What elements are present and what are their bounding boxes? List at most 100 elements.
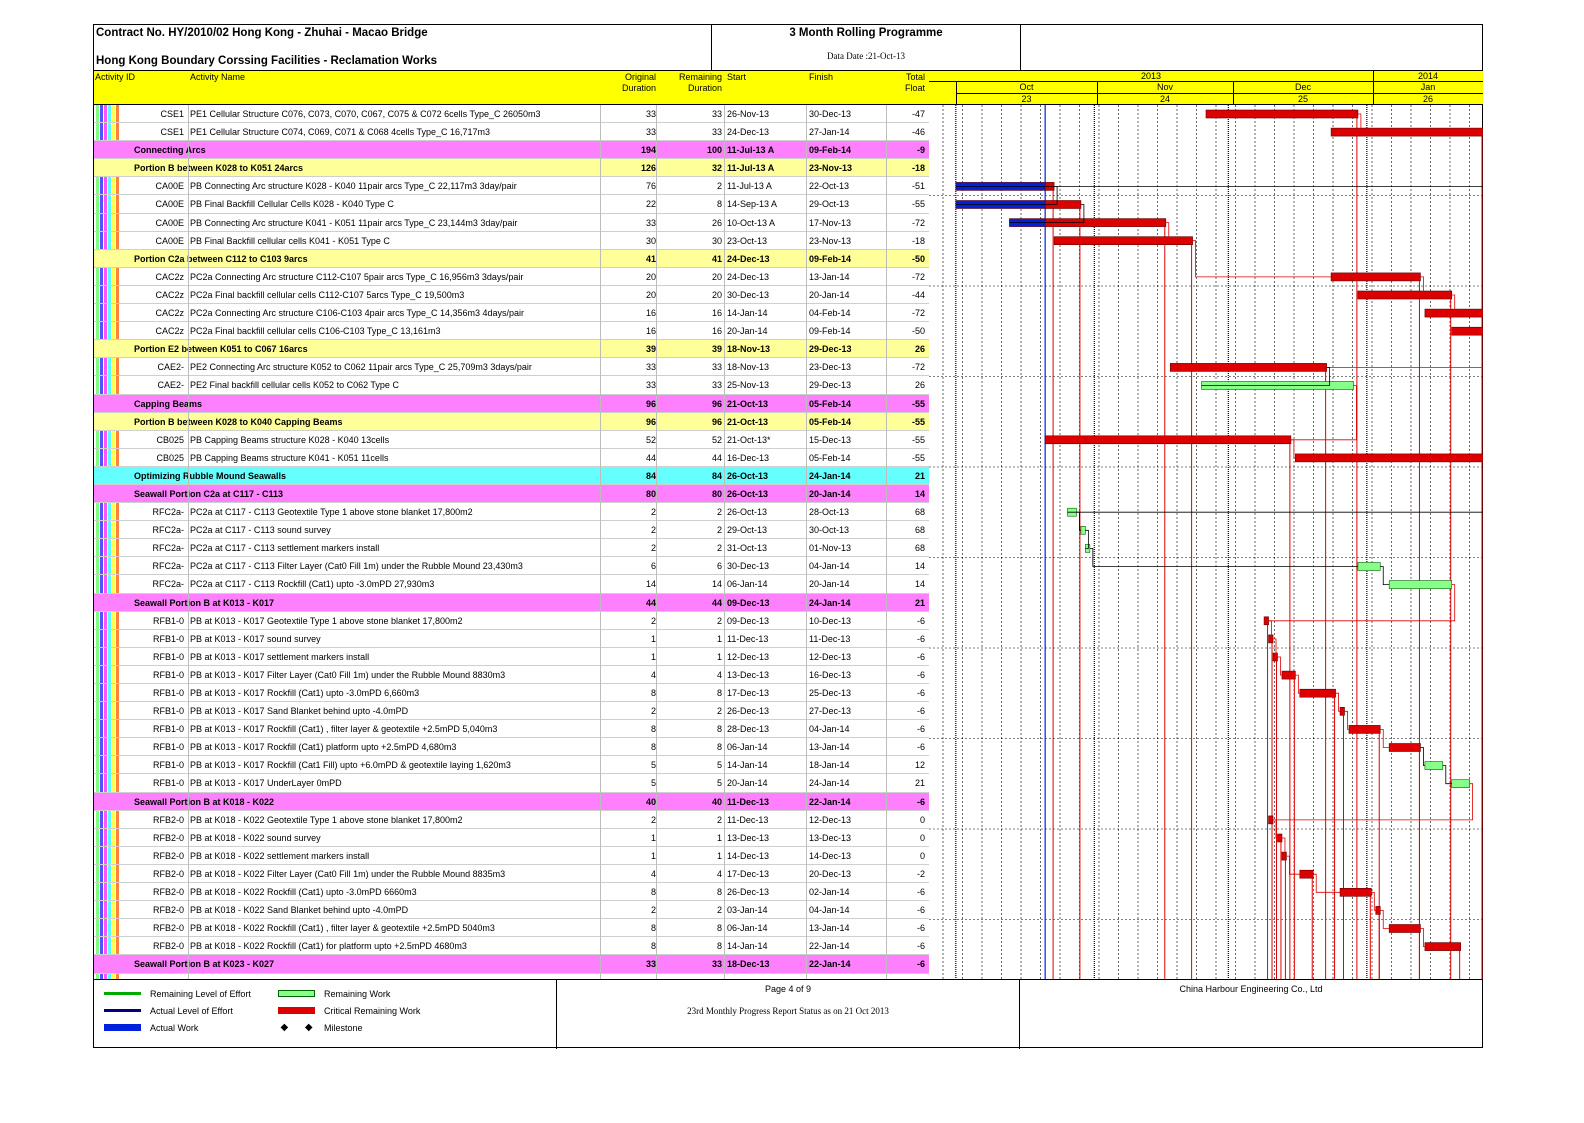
table-row[interactable]: RFB1-0 PB at K013 - K017 Rockfill (Cat1) … — [94, 720, 929, 739]
group-row[interactable]: Seawall Portion C2a at C117 - C113 80 80 26… — [94, 484, 929, 504]
total-float: -55 — [911, 416, 925, 427]
table-row[interactable]: CB025 PB Capping Beams structure K028 - K… — [94, 431, 929, 449]
table-row[interactable]: RFB1-0 PB at K013 - K017 Filter Layer (Ca… — [94, 666, 929, 684]
remaining-duration: 8 — [716, 199, 722, 210]
remaining-duration: 20 — [711, 271, 722, 282]
group-row[interactable]: Portion E2 between K051 to C067 16arcs 39… — [94, 340, 929, 359]
table-row[interactable]: RFB2-0 PB at K018 - K022 Rockfill (Cat1) … — [94, 937, 929, 956]
programme-title-box: 3 Month Rolling Programme Data Date :21-… — [711, 25, 1021, 71]
relationship-line — [1268, 783, 1473, 821]
finish-date: 13-Jan-14 — [809, 923, 850, 934]
original-duration: 41 — [645, 253, 656, 264]
total-float: 68 — [914, 525, 925, 536]
finish-date: 02-Jan-14 — [809, 887, 850, 898]
total-float: -6 — [916, 633, 925, 644]
table-row[interactable]: RFB2-0 PB at K018 - K022 Filter Layer (Ca… — [94, 865, 929, 884]
table-row[interactable]: CAC2z PC2a Final backfill cellular cells … — [94, 322, 929, 341]
start-date: 30-Dec-13 — [727, 289, 770, 300]
start-date: 20-Jan-14 — [727, 778, 768, 789]
col-finish[interactable]: Finish — [809, 72, 833, 83]
group-row[interactable]: Connecting Arcs 194 100 11-Jul-13 A 09-Feb-1… — [94, 141, 929, 160]
table-row[interactable]: RFB2-0 PB at K018 - K022 Rockfill (Cat1) … — [94, 883, 929, 902]
table-row[interactable]: RFB1-0 PB at K013 - K017 Geotextile Type … — [94, 612, 929, 630]
activity-name: PB at K013 - K017 sound survey — [190, 633, 321, 644]
table-row[interactable]: RFB2-0 PB at K018 - K022 Sand Blanket beh… — [94, 901, 929, 920]
week-26: 26 — [1422, 94, 1433, 104]
table-row[interactable]: RFB1-0 PB at K013 - K017 Rockfill (Cat1) … — [94, 738, 929, 757]
table-row[interactable]: RFB2-0 PB at K018 - K022 Rockfill (Cat1) … — [94, 919, 929, 938]
table-row[interactable]: CA00E PB Final Backfill Cellular Cells K0… — [94, 195, 929, 214]
table-row[interactable]: RFB1-0 PB at K013 - K017 sound survey 1 1 11… — [94, 630, 929, 648]
col-remaining-duration[interactable]: Remaining Duration — [664, 72, 722, 94]
start-date: 03-Jan-14 — [727, 905, 768, 916]
group-row[interactable]: Seawall Portion B at K013 - K017 44 44 09-D… — [94, 593, 929, 612]
table-row[interactable]: CA00E PB Final Backfill cellular cells K0… — [94, 232, 929, 250]
original-duration: 16 — [645, 308, 656, 319]
header: Contract No. HY/2010/02 Hong Kong - Zhuh… — [94, 25, 1482, 71]
col-start[interactable]: Start — [727, 72, 746, 83]
group-row[interactable]: Capping Beams 96 96 21-Oct-13 05-Feb-14 -55 — [94, 394, 929, 413]
original-duration: 1 — [650, 651, 656, 662]
group-row[interactable]: Seawall Portion B at K023 - K027 33 33 18-D… — [94, 955, 929, 974]
table-row[interactable]: RFB1-0 PB at K013 - K017 settlement marke… — [94, 648, 929, 666]
activity-id: RFB1-0 — [152, 669, 184, 680]
total-float: -9 — [916, 145, 925, 156]
relationship-line — [1290, 439, 1296, 459]
table-row[interactable]: RFC2a- PC2a at C117 - C113 Geotextile Typ… — [94, 503, 929, 522]
finish-date: 30-Oct-13 — [809, 525, 850, 536]
total-float: -72 — [911, 217, 925, 228]
total-float: 26 — [914, 380, 925, 391]
table-row[interactable]: CAE2- PE2 Connecting Arc structure K052 t… — [94, 358, 929, 377]
col-original-duration[interactable]: Original Duration — [610, 72, 656, 94]
total-float: -6 — [916, 706, 925, 717]
table-row[interactable]: RFC2a- PC2a at C117 - C113 Filter Layer (… — [94, 557, 929, 576]
table-row[interactable]: CA00E PB Connecting Arc structure K041 - … — [94, 214, 929, 232]
remaining-duration: 4 — [716, 868, 722, 879]
activity-name: PB at K018 - K022 Rockfill (Cat1) for pl… — [190, 941, 467, 952]
group-row[interactable]: Optimizing Rubble Mound Seawalls 84 84 26-O… — [94, 466, 929, 485]
col-activity-id[interactable]: Activity ID — [95, 72, 135, 83]
group-row[interactable]: Portion B between K028 to K051 24arcs 126… — [94, 159, 929, 178]
col-total-float[interactable]: Total Float — [894, 72, 925, 94]
table-row[interactable]: RFB1-0 PB at K013 - K017 Rockfill (Cat1) … — [94, 684, 929, 703]
finish-date: 27-Jan-14 — [809, 127, 850, 138]
table-row[interactable]: RFB1-0 PB at K013 - K017 Rockfill (Cat1 F… — [94, 756, 929, 775]
activity-name: PE2 Final backfill cellular cells K052 t… — [190, 380, 399, 391]
activity-name: PB at K013 - K017 Geotextile Type 1 abov… — [190, 615, 463, 626]
table-row[interactable]: CA00E PB Connecting Arc structure K028 - … — [94, 177, 929, 196]
table-row[interactable]: CAE2- PE2 Final backfill cellular cells K… — [94, 376, 929, 395]
start-date: 14-Jan-14 — [727, 308, 768, 319]
table-row[interactable]: RFB2-0 PB at K018 - K022 Geotextile Type … — [94, 811, 929, 829]
group-row[interactable]: Portion B between K028 to K040 Capping B… — [94, 412, 929, 431]
group-row[interactable]: Seawall Portion B at K018 - K022 40 40 11-D… — [94, 792, 929, 811]
table-row[interactable]: RFB2-0 PB at K018 - K022 sound survey 1 1 13… — [94, 829, 929, 847]
table-row[interactable]: RFC2a- PC2a at C117 - C113 sound survey 2 2… — [94, 521, 929, 540]
activity-name: PB at K018 - K022 sound survey — [190, 832, 321, 843]
group-row[interactable]: Portion C2a between C112 to C103 9arcs 41… — [94, 249, 929, 268]
week-25: 25 — [1297, 94, 1308, 104]
table-row[interactable]: CAC2z PC2a Final backfill cellular cells … — [94, 286, 929, 305]
activity-id: RFC2a- — [152, 525, 184, 536]
table-row[interactable]: CB025 PB Capping Beams structure K041 - K… — [94, 449, 929, 467]
page-frame: Contract No. HY/2010/02 Hong Kong - Zhuh… — [93, 24, 1483, 1049]
total-float: 68 — [914, 543, 925, 554]
table-row[interactable]: RFC2a- PC2a at C117 - C113 Rockfill (Cat1… — [94, 575, 929, 594]
table-row[interactable]: CSE1 PE1 Cellular Structure C076, C073, C… — [94, 105, 929, 124]
activity-name: PC2a Final backfill cellular cells C112-… — [190, 289, 465, 300]
original-duration: 2 — [650, 543, 656, 554]
table-row[interactable]: RFB1-0 PB at K013 - K017 UnderLayer 0mPD 5… — [94, 774, 929, 793]
original-duration: 30 — [645, 235, 656, 246]
table-row[interactable]: RFC2a- PC2a at C117 - C113 settlement mar… — [94, 539, 929, 558]
finish-date: 04-Jan-14 — [809, 724, 850, 735]
table-row[interactable]: CSE1 PE1 Cellular Structure C074, C069, C… — [94, 123, 929, 142]
original-duration: 96 — [645, 398, 656, 409]
table-row[interactable]: RFB2-0 PB at K018 - K022 settlement marke… — [94, 847, 929, 865]
critical-bar — [1388, 924, 1421, 933]
col-activity-name[interactable]: Activity Name — [190, 72, 245, 83]
table-row[interactable]: RFB1-0 PB at K013 - K017 Sand Blanket beh… — [94, 702, 929, 721]
table-row[interactable]: CAC2z PC2a Connecting Arc structure C112-… — [94, 268, 929, 286]
table-row[interactable]: CAC2z PC2a Connecting Arc structure C106-… — [94, 304, 929, 323]
group-name: Capping Beams — [134, 398, 203, 409]
remaining-duration: 84 — [711, 470, 722, 481]
start-date: 11-Dec-13 — [727, 814, 769, 825]
